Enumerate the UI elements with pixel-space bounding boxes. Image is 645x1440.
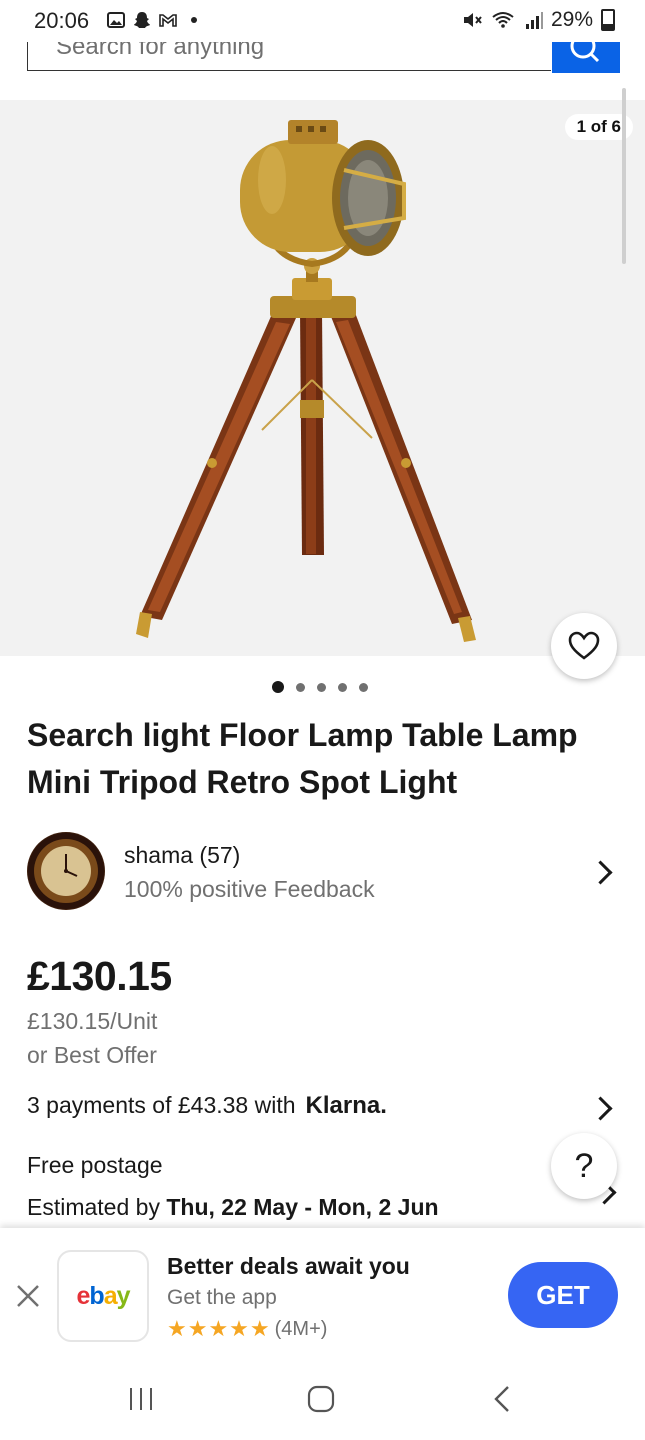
- scrollbar: [622, 88, 626, 264]
- signal-icon: [525, 12, 543, 29]
- ebay-logo: ebay: [57, 1250, 149, 1342]
- battery-icon: [601, 9, 615, 31]
- image-gallery[interactable]: [0, 100, 645, 656]
- best-offer-label: or Best Offer: [27, 1042, 157, 1068]
- clock-avatar-image: [28, 833, 104, 909]
- recent-apps-icon[interactable]: [126, 1384, 156, 1414]
- installments-text: 3 payments of £43.38 with: [27, 1092, 296, 1118]
- heart-icon: [568, 631, 600, 660]
- search-icon: [570, 42, 600, 63]
- system-nav-bar: [0, 1360, 645, 1440]
- item-price: £130.15: [27, 953, 172, 999]
- status-icons-right: 29%: [461, 8, 615, 32]
- home-icon[interactable]: [306, 1384, 336, 1414]
- battery-percent: 29%: [550, 8, 593, 31]
- logo-letter-a: a: [103, 1281, 118, 1310]
- gallery-pagination: [272, 681, 368, 693]
- search-button[interactable]: [552, 42, 620, 73]
- postage-text: Free postage: [27, 1152, 163, 1178]
- pagination-dot[interactable]: [338, 682, 347, 692]
- seller-chevron-icon[interactable]: [588, 860, 613, 885]
- search-input[interactable]: Search for anything: [27, 42, 551, 71]
- logo-letter-b: b: [89, 1281, 104, 1310]
- snapchat-icon: [134, 12, 150, 28]
- klarna-logo: Klarna.: [305, 1092, 387, 1119]
- rating-count: (4M+): [274, 1317, 328, 1340]
- status-time: 20:06: [34, 8, 90, 33]
- notification-dot-icon: [191, 17, 197, 23]
- estimated-dates: Thu, 22 May - Mon, 2 Jun: [166, 1194, 439, 1220]
- app-rating: ★★★★★ (4M+): [167, 1316, 327, 1342]
- pagination-dot[interactable]: [359, 682, 368, 692]
- gmail-icon: [159, 14, 177, 27]
- mute-icon: [463, 13, 482, 27]
- logo-letter-e: e: [76, 1281, 91, 1310]
- unit-price: £130.15/Unit: [27, 1008, 158, 1034]
- estimated-prefix: Estimated by: [27, 1194, 160, 1220]
- banner-subtitle: Get the app: [167, 1286, 277, 1309]
- banner-title: Better deals await you: [167, 1253, 410, 1279]
- estimated-delivery: Estimated by Thu, 22 May - Mon, 2 Jun: [27, 1194, 439, 1221]
- gallery-icon: [107, 12, 125, 28]
- pagination-dot[interactable]: [296, 682, 305, 692]
- status-icons-left: [106, 10, 204, 30]
- product-image[interactable]: [0, 100, 645, 656]
- back-icon[interactable]: [490, 1384, 516, 1414]
- klarna-payments-row[interactable]: 3 payments of £43.38 with Klarna.: [27, 1092, 387, 1120]
- star-rating-icon: ★★★★★: [167, 1316, 271, 1341]
- seller-name[interactable]: shama (57): [124, 842, 240, 869]
- logo-letter-y: y: [116, 1281, 131, 1310]
- listing-title: Search light Floor Lamp Table Lamp Mini …: [27, 717, 578, 800]
- search-bar[interactable]: Search for anything: [27, 42, 620, 73]
- klarna-chevron-icon[interactable]: [588, 1096, 613, 1121]
- pagination-dot[interactable]: [317, 682, 326, 692]
- help-button[interactable]: ?: [551, 1133, 617, 1199]
- wifi-icon: [492, 12, 514, 28]
- watchlist-button[interactable]: [551, 613, 617, 679]
- seller-feedback: 100% positive Feedback: [124, 876, 375, 902]
- close-icon[interactable]: [14, 1282, 42, 1310]
- get-app-button[interactable]: GET: [508, 1262, 618, 1328]
- pagination-dot-active[interactable]: [272, 681, 284, 693]
- seller-avatar[interactable]: [27, 832, 105, 910]
